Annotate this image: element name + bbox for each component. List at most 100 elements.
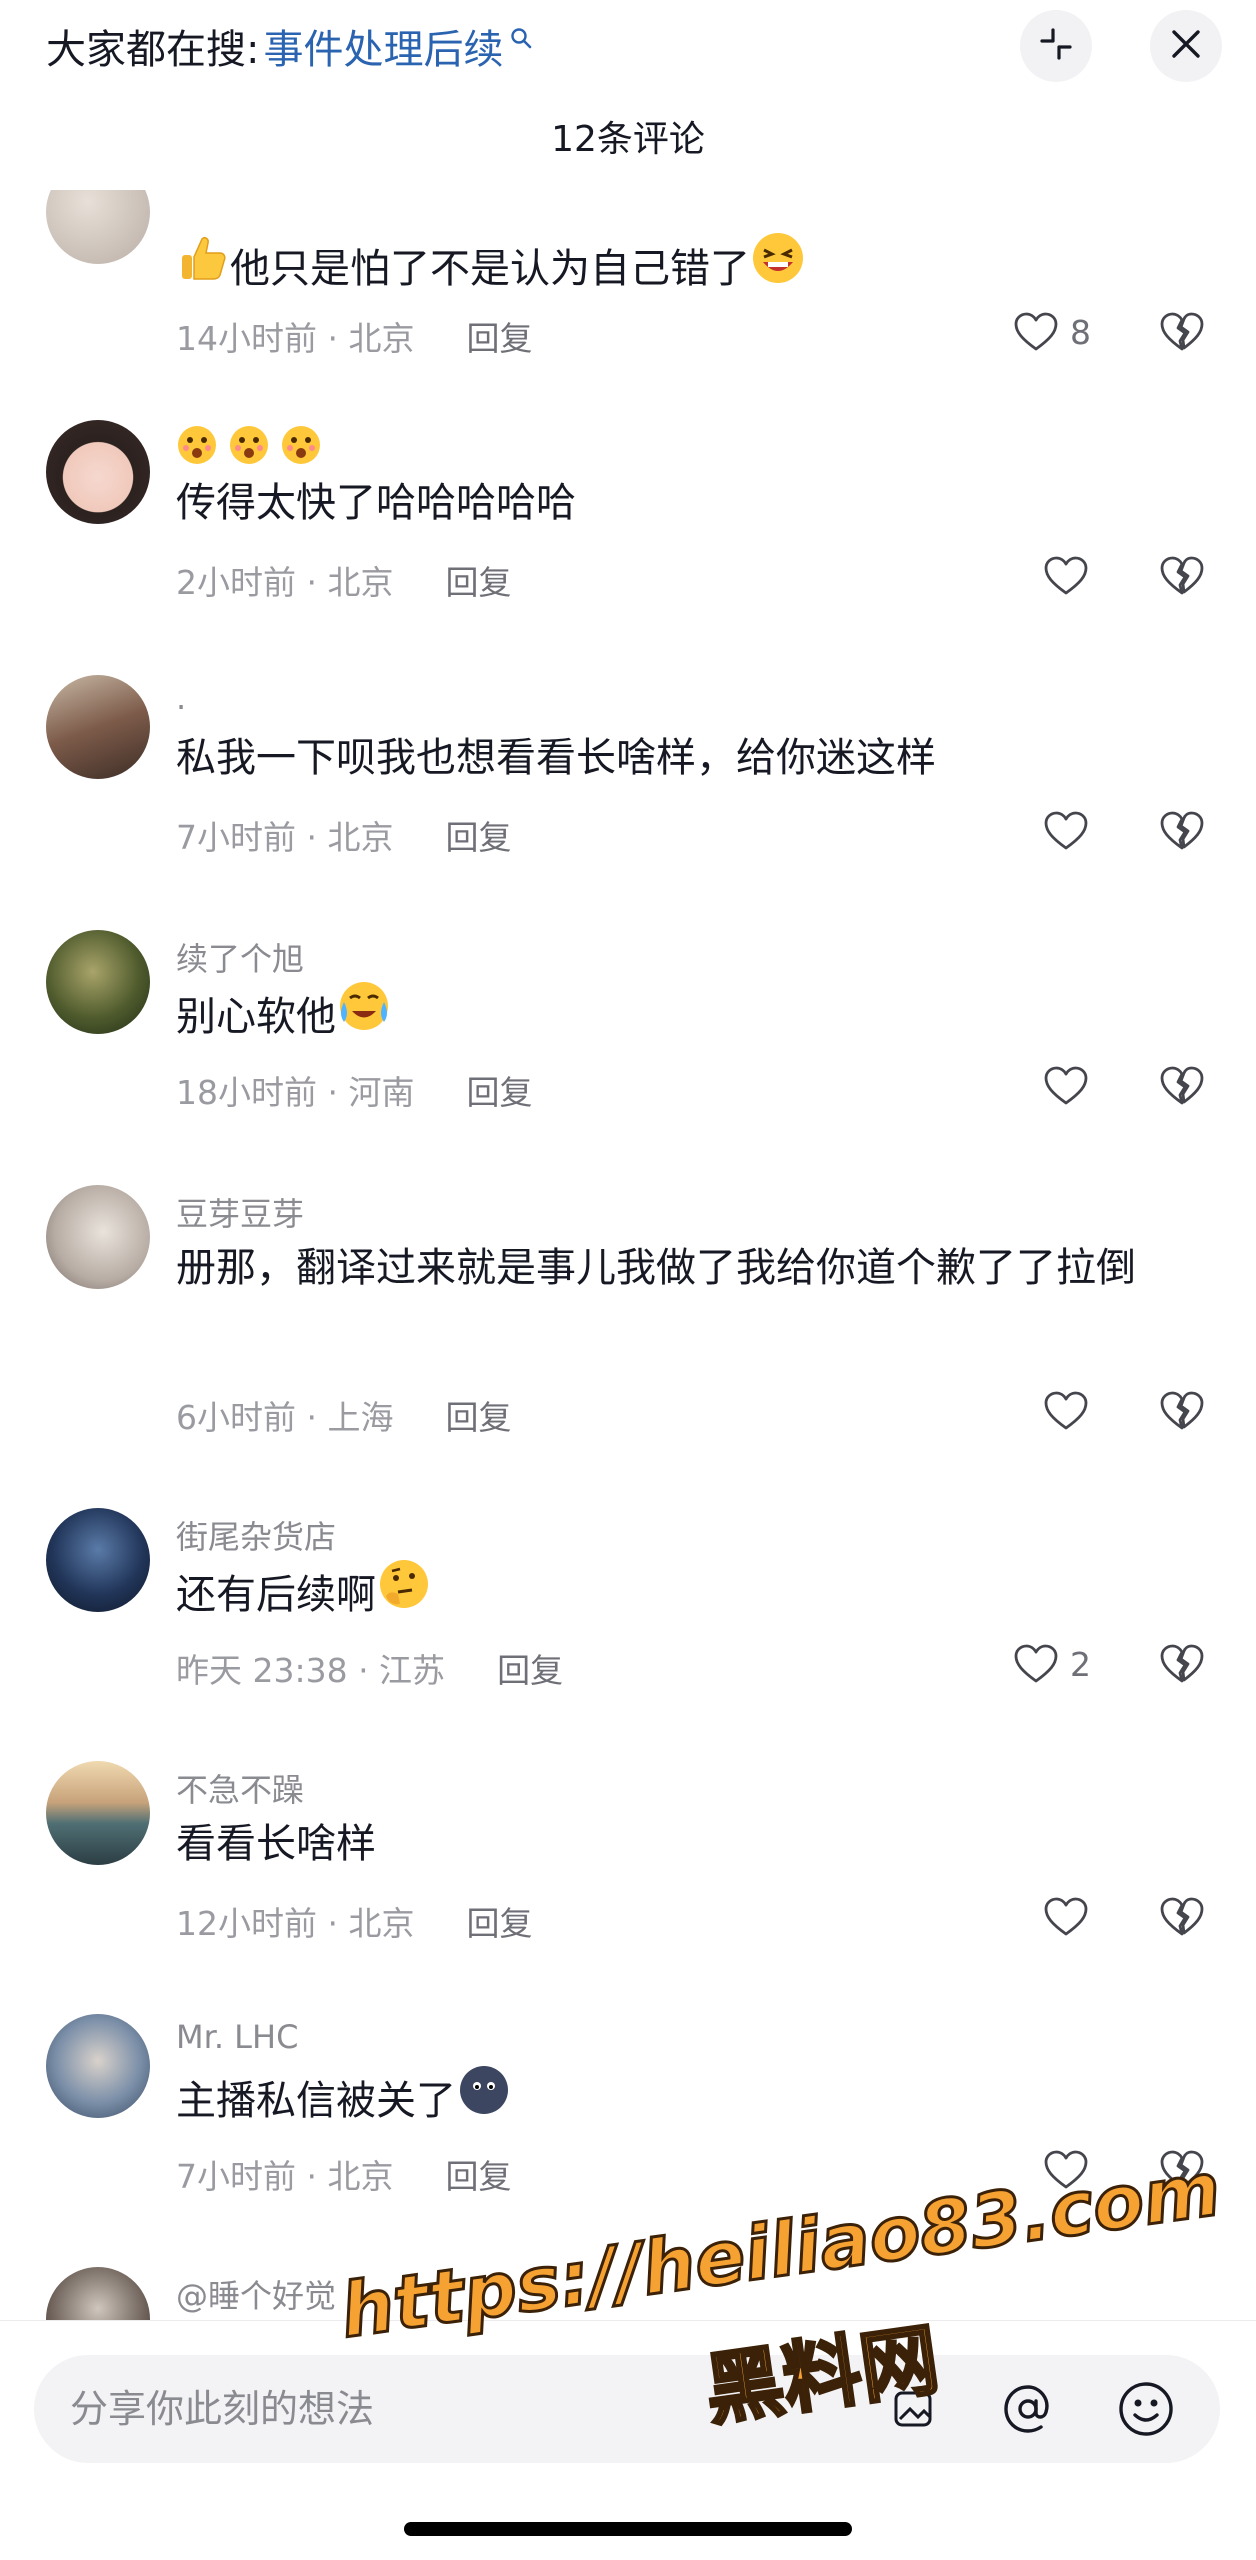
mention-icon[interactable]: [996, 2377, 1060, 2441]
avatar[interactable]: [46, 1508, 150, 1612]
dislike-button[interactable]: [1158, 1893, 1206, 1945]
comment-input-container[interactable]: [34, 2355, 1220, 2463]
like-button[interactable]: [1042, 1893, 1100, 1941]
like-button[interactable]: [1042, 2146, 1100, 2194]
heart-icon: [1042, 1387, 1090, 1435]
reply-button[interactable]: 回复: [466, 1066, 532, 1114]
like-button[interactable]: [1042, 552, 1100, 600]
reply-button[interactable]: 回复: [445, 556, 511, 604]
heart-icon: [1042, 1062, 1090, 1110]
comment-text: 别心软他: [176, 978, 1186, 1056]
avatar[interactable]: [46, 420, 150, 524]
comment-time-location: 18小时前 · 河南: [176, 1073, 415, 1112]
comment-text: 传得太快了哈哈哈哈哈: [176, 480, 576, 526]
comment-username[interactable]: .: [176, 679, 186, 717]
like-button[interactable]: [1042, 807, 1100, 855]
surprised-emoji: [176, 424, 218, 474]
close-button[interactable]: [1150, 10, 1222, 82]
comment-item: @睡个好觉: [0, 2267, 1256, 2320]
comment-username[interactable]: Mr. LHC: [176, 2018, 298, 2056]
comment-time-location: 7小时前 · 北京: [176, 2157, 394, 2196]
dislike-button[interactable]: [1158, 807, 1206, 859]
heart-icon: [1042, 552, 1090, 600]
comment-time-location: 12小时前 · 北京: [176, 1904, 415, 1943]
comment-time-location: 7小时前 · 北京: [176, 818, 394, 857]
like-button[interactable]: 2: [1012, 1640, 1091, 1688]
comment-item: 续了个旭 别心软他 18小时前 · 河南 回复: [0, 930, 1256, 1170]
comment-meta: 18小时前 · 河南 回复: [176, 1066, 532, 1114]
trending-search-hint[interactable]: 大家都在搜: 事件处理后续: [46, 14, 533, 78]
comment-meta: 14小时前 · 北京 回复: [176, 312, 532, 360]
reply-button[interactable]: 回复: [497, 1644, 563, 1692]
comment-username[interactable]: @睡个好觉: [176, 2271, 336, 2317]
dislike-button[interactable]: [1158, 1640, 1206, 1692]
comment-username[interactable]: 不急不躁: [176, 1765, 304, 1811]
blob-emoji: [456, 2062, 512, 2140]
search-icon: [509, 14, 533, 60]
avatar[interactable]: [46, 1185, 150, 1289]
crying-emoji: [336, 978, 392, 1056]
reply-button[interactable]: 回复: [445, 811, 511, 859]
comment-text: 册那，翻译过来就是事儿我做了我给你道个歉了了拉倒: [176, 1245, 1136, 1291]
thinking-emoji: [376, 1556, 432, 1634]
broken-heart-icon: [1158, 807, 1206, 855]
dislike-button[interactable]: [1158, 1387, 1206, 1439]
comment-text: 主播私信被关了: [176, 2062, 1186, 2140]
comment-item: 街尾杂货店 还有后续啊 昨天 23:38 · 江苏 回复 2: [0, 1508, 1256, 1748]
surprised-emoji: [228, 424, 270, 474]
reply-button[interactable]: 回复: [445, 2150, 511, 2198]
comment-item: 传得太快了哈哈哈哈哈 2小时前 · 北京 回复: [0, 420, 1256, 660]
trending-search-term[interactable]: 事件处理后续: [263, 17, 503, 75]
dislike-button[interactable]: [1158, 308, 1206, 360]
surprised-emoji: [280, 424, 322, 474]
like-button[interactable]: 8: [1012, 308, 1091, 356]
comment-username[interactable]: 续了个旭: [176, 934, 304, 980]
broken-heart-icon: [1158, 1387, 1206, 1435]
comment-time-location: 6小时前 · 上海: [176, 1398, 394, 1437]
avatar[interactable]: [46, 675, 150, 779]
dislike-button[interactable]: [1158, 552, 1206, 604]
comment-meta: 7小时前 · 北京 回复: [176, 2150, 511, 2198]
comment-text: 还有后续啊: [176, 1556, 1186, 1634]
trending-search-prefix: 大家都在搜:: [46, 27, 260, 73]
close-icon: [1168, 26, 1204, 66]
heart-icon: [1042, 807, 1090, 855]
like-button[interactable]: [1042, 1387, 1100, 1435]
dislike-button[interactable]: [1158, 1062, 1206, 1114]
heart-icon: [1012, 1640, 1060, 1688]
avatar[interactable]: [46, 190, 150, 264]
comment-meta: 昨天 23:38 · 江苏 回复: [176, 1644, 563, 1692]
avatar[interactable]: [46, 1761, 150, 1865]
reply-button[interactable]: 回复: [466, 1897, 532, 1945]
comment-meta: 2小时前 · 北京 回复: [176, 556, 511, 604]
thumbs-up-emoji: [176, 231, 230, 307]
broken-heart-icon: [1158, 1893, 1206, 1941]
comment-item: 不急不躁 看看长啥样 12小时前 · 北京 回复: [0, 1761, 1256, 2001]
emoji-icon[interactable]: [1114, 2377, 1178, 2441]
home-indicator[interactable]: [404, 2522, 852, 2536]
collapse-icon: [1036, 24, 1076, 68]
heart-icon: [1042, 1893, 1090, 1941]
like-count: 2: [1070, 1644, 1091, 1684]
broken-heart-icon: [1158, 308, 1206, 356]
comment-username[interactable]: 街尾杂货店: [176, 1512, 336, 1558]
avatar[interactable]: [46, 2014, 150, 2118]
reply-button[interactable]: 回复: [445, 1391, 511, 1439]
comment-time-location: 14小时前 · 北京: [176, 319, 415, 358]
comment-username[interactable]: 豆芽豆芽: [176, 1189, 304, 1235]
comment-list[interactable]: 他只是怕了不是认为自己错了 14小时前 · 北京 回复 8 传得太快了哈哈哈哈哈…: [0, 190, 1256, 2320]
reply-button[interactable]: 回复: [466, 312, 532, 360]
comment-item: 他只是怕了不是认为自己错了 14小时前 · 北京 回复 8: [0, 190, 1256, 390]
avatar[interactable]: [46, 2267, 150, 2320]
dislike-button[interactable]: [1158, 2146, 1206, 2198]
comment-username[interactable]: [176, 424, 332, 474]
like-button[interactable]: [1042, 1062, 1100, 1110]
comment-input[interactable]: [70, 2355, 870, 2463]
collapse-button[interactable]: [1020, 10, 1092, 82]
comment-text: 他只是怕了不是认为自己错了: [176, 230, 1186, 308]
laughing-emoji: [750, 230, 806, 308]
comment-count: 12条评论: [551, 119, 705, 160]
image-icon[interactable]: [882, 2377, 946, 2441]
comment-meta: 6小时前 · 上海 回复: [176, 1391, 511, 1439]
avatar[interactable]: [46, 930, 150, 1034]
